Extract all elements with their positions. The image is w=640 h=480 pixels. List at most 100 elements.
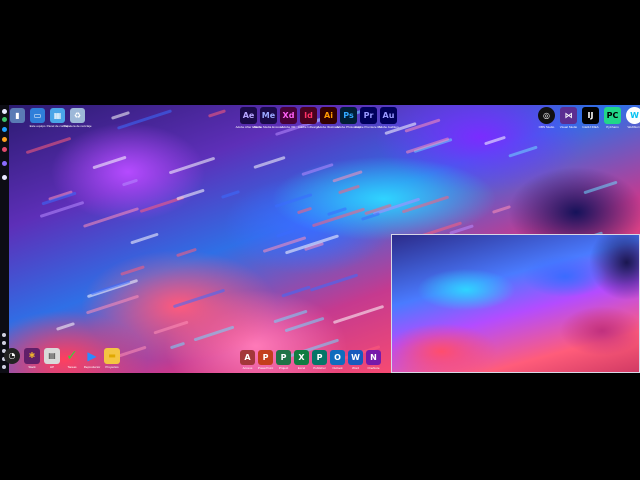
desktop-icon-label: OBS Studio [538, 125, 555, 129]
indesign-icon[interactable]: Id [300, 107, 317, 124]
desktop-icon-label: HP [49, 365, 55, 369]
desktop-icon-label: Este equipo [29, 124, 46, 128]
tray-icon[interactable] [2, 333, 6, 337]
wallpaper-streak [405, 136, 451, 154]
wallpaper-streak [284, 316, 325, 333]
wallpaper-streak [208, 109, 227, 118]
desktop-icon-label: Slack [28, 365, 36, 369]
wallpaper-streak [111, 111, 130, 121]
wallpaper-streak [90, 279, 132, 296]
wallpaper-streak [301, 162, 334, 176]
desktop-icon-label: Publisher [313, 366, 326, 370]
taskbar-app-icon[interactable] [2, 127, 7, 132]
check-icon[interactable]: ✓ [64, 348, 80, 364]
folder-icon[interactable]: ▬ [104, 348, 120, 364]
left-taskbar [0, 105, 9, 373]
desktop-icon-label: Word [351, 366, 360, 370]
desktop-icon-label: PyCharm [606, 125, 619, 129]
wallpaper-streak [583, 180, 618, 195]
word-icon[interactable]: W [348, 350, 363, 365]
clock-icon[interactable]: ◔ [4, 348, 20, 364]
wallpaper-streak [274, 193, 313, 209]
taskbar-app-icon[interactable] [2, 175, 7, 180]
wallpaper-streak [338, 184, 361, 194]
wallpaper-streak [169, 156, 217, 175]
slack-icon[interactable]: ✱ [24, 348, 40, 364]
wallpaper-streak [120, 265, 146, 277]
project-icon[interactable]: P [276, 350, 291, 365]
wallpaper-streak [85, 294, 140, 315]
desktop-icon-label: Tareas [67, 365, 77, 369]
wallpaper-streak [121, 178, 139, 187]
wallpaper-streak [273, 309, 309, 323]
desktop-icon-label: Access [242, 366, 253, 370]
printer-icon[interactable]: ▤ [44, 348, 60, 364]
publisher-icon[interactable]: P [312, 350, 327, 365]
powerpoint-icon[interactable]: P [258, 350, 273, 365]
wallpaper-streak [309, 272, 359, 292]
taskbar-app-icon[interactable] [2, 117, 7, 122]
outlook-icon[interactable]: O [330, 350, 345, 365]
wallpaper-streak [173, 288, 225, 308]
taskbar-app-icon[interactable] [2, 161, 7, 166]
wallpaper-streak [284, 234, 339, 255]
desktop-icon-label: Proyectos [105, 365, 119, 369]
desktop-icon-label: Adobe InDesign [297, 125, 320, 129]
taskbar-app-icon[interactable] [2, 109, 7, 114]
wallpaper-streak [25, 136, 71, 154]
photoshop-icon[interactable]: Ps [340, 107, 357, 124]
obs-icon[interactable]: ◎ [538, 107, 555, 124]
wallpaper-streak [275, 228, 295, 238]
wallpaper-streak [484, 135, 507, 146]
access-icon[interactable]: A [240, 350, 255, 365]
desktop-icon-label: IntelliJ IDEA [582, 125, 599, 129]
media-encoder-icon[interactable]: Me [260, 107, 277, 124]
desktop-icon-label: Adobe XD [281, 125, 296, 129]
wallpaper-streak [91, 155, 127, 170]
desktop-icon-label: Project [278, 366, 289, 370]
wallpaper-streak [253, 155, 286, 169]
pycharm-icon[interactable]: PC [604, 107, 621, 124]
wallpaper-streak [175, 188, 205, 201]
tray-icon[interactable] [2, 365, 6, 369]
wallpaper-streak [296, 206, 313, 214]
recycle-icon[interactable]: ♻ [70, 108, 85, 123]
recycle-bin-icon[interactable]: ▮ [10, 108, 25, 123]
network-icon[interactable]: ▦ [50, 108, 65, 123]
wallpaper-streak [193, 325, 235, 342]
xd-icon[interactable]: Xd [280, 107, 297, 124]
onenote-icon[interactable]: N [366, 350, 381, 365]
taskbar-app-icon[interactable] [2, 147, 7, 152]
desktop-icon-label: PowerPoint [257, 366, 274, 370]
desktop-icon-label: Adobe Media Encoder [253, 125, 284, 129]
screen: ▮ ▭ Este equipo ▦ Panel de control ♻ Papelera … [0, 0, 640, 480]
desktop-icon-label: OneNote [367, 366, 380, 370]
taskbar-app-icon[interactable] [2, 137, 7, 142]
wallpaper-streak [332, 170, 363, 183]
desktop-icon-label: Adobe Audition [378, 125, 399, 129]
visual-studio-icon[interactable]: ⋈ [560, 107, 577, 124]
monitor-icon[interactable]: ▭ [30, 108, 45, 123]
webstorm-icon[interactable]: W [626, 107, 640, 124]
wallpaper-streak [169, 341, 186, 350]
wallpaper-streak [221, 189, 240, 199]
wallpaper-streak [508, 144, 539, 158]
audition-icon[interactable]: Au [380, 107, 397, 124]
wallpaper-streak [491, 205, 511, 214]
wallpaper-streak [333, 304, 385, 324]
play-icon[interactable]: ▶ [84, 348, 100, 364]
excel-icon[interactable]: X [294, 350, 309, 365]
wallpaper-streak [175, 248, 197, 258]
wallpaper-streak [87, 278, 139, 299]
after-effects-icon[interactable]: Ae [240, 107, 257, 124]
tray-icon[interactable] [2, 341, 6, 345]
intellij-icon[interactable]: IJ [582, 107, 599, 124]
illustrator-icon[interactable]: Ai [320, 107, 337, 124]
premiere-icon[interactable]: Pr [360, 107, 377, 124]
desktop-icon-label: Outlook [332, 366, 343, 370]
picture-in-picture-preview[interactable] [391, 234, 640, 373]
desktop-icon-label: Excel [297, 366, 306, 370]
desktop-icon-label: WebStorm [627, 125, 640, 129]
wallpaper-streak [83, 207, 140, 228]
wallpaper-streak [56, 322, 76, 332]
